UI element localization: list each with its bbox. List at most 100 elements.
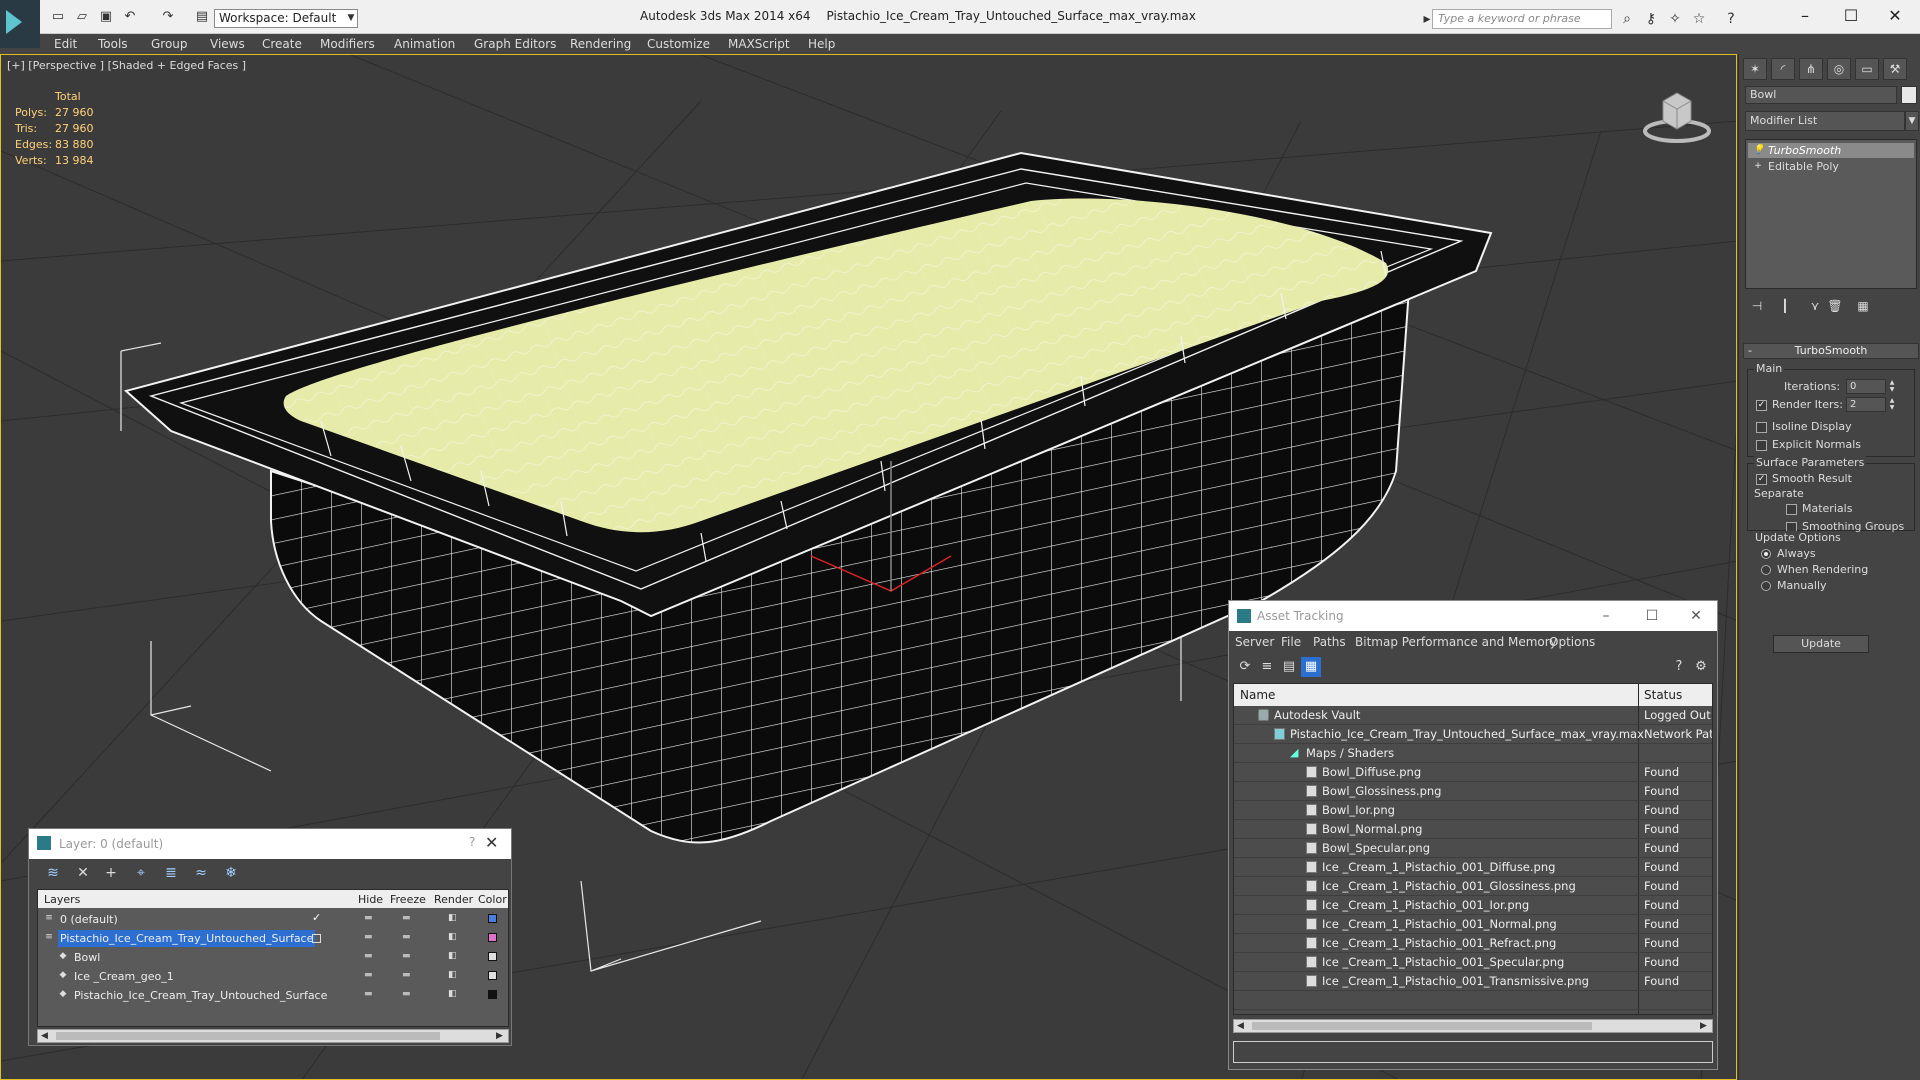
always-radio[interactable] [1761, 549, 1771, 559]
menu-views[interactable]: Views [210, 37, 245, 51]
asset-row[interactable]: Ice _Cream_1_Pistachio_001_Specular.png F… [1234, 953, 1712, 972]
hide-toggle[interactable]: ▬ [364, 913, 373, 923]
settings-icon[interactable]: ⚙ [1691, 657, 1711, 677]
asset-window-title-bar[interactable]: Asset Tracking – ☐ ✕ [1229, 601, 1717, 631]
remove-modifier-icon[interactable]: 🗑 [1825, 296, 1845, 316]
save-file-icon[interactable]: ▣ [98, 9, 114, 25]
explicit-normals-checkbox[interactable] [1756, 440, 1767, 451]
render-toggle-icon[interactable]: ◧ [448, 989, 457, 999]
app-logo-icon[interactable] [0, 0, 40, 48]
asset-row[interactable]: Bowl_Specular.png Found [1234, 839, 1712, 858]
menu-maxscript[interactable]: MAXScript [728, 37, 790, 51]
show-end-result-icon[interactable]: ┃ [1775, 296, 1795, 316]
layer-color-swatch[interactable] [488, 952, 497, 961]
hide-toggle[interactable]: ▬ [364, 970, 373, 980]
menu-tools[interactable]: Tools [98, 37, 128, 51]
layer-color-swatch[interactable] [488, 971, 497, 980]
menu-group[interactable]: Group [151, 37, 188, 51]
asset-menu-file[interactable]: File [1281, 635, 1301, 649]
new-file-icon[interactable]: ▭ [50, 9, 66, 25]
asset-row[interactable]: Ice _Cream_1_Pistachio_001_Refract.png Fo… [1234, 934, 1712, 953]
binoculars-icon[interactable]: ⌕ [1618, 10, 1636, 28]
add-to-layer-icon[interactable]: + [101, 863, 121, 883]
lightbulb-icon[interactable]: 💡 [1753, 145, 1764, 155]
object-color-swatch[interactable] [1901, 86, 1917, 104]
asset-menu-bitmap[interactable]: Bitmap Performance and Memory [1355, 635, 1557, 649]
menu-customize[interactable]: Customize [647, 37, 710, 51]
menu-create[interactable]: Create [262, 37, 302, 51]
asset-menu-server[interactable]: Server [1235, 635, 1274, 649]
spinner-arrows-icon[interactable]: ▲ ▼ [1888, 379, 1896, 394]
create-layer-icon[interactable]: ≋ [43, 863, 63, 883]
pin-stack-icon[interactable]: ⊣ [1747, 296, 1767, 316]
asset-row[interactable]: Bowl_Diffuse.png Found [1234, 763, 1712, 782]
render-iters-spinner[interactable]: 2 [1846, 397, 1886, 412]
viewport-label[interactable]: [+] [Perspective ] [Shaded + Edged Faces… [7, 59, 246, 72]
hierarchy-tab-icon[interactable]: ⋔ [1799, 58, 1823, 80]
isoline-checkbox[interactable] [1756, 422, 1767, 433]
asset-row[interactable]: Autodesk Vault Logged Out ... [1234, 706, 1712, 725]
chevron-down-icon[interactable]: ▼ [1905, 111, 1919, 131]
layer-row[interactable]: ◆ Pistachio_Ice_Cream_Tray_Untouched_Surf… [38, 986, 508, 1005]
expand-plus-icon[interactable]: + [1753, 161, 1763, 171]
project-folder-icon[interactable]: ▤ [194, 9, 210, 25]
minimize-icon[interactable]: – [1591, 605, 1621, 627]
column-hide[interactable]: Hide [358, 893, 383, 906]
layer-window-title-bar[interactable]: Layer: 0 (default) ? ✕ [29, 829, 511, 859]
scroll-left-icon[interactable]: ◀ [41, 1030, 48, 1042]
freeze-toggle[interactable]: ▬ [402, 951, 411, 961]
undo-icon[interactable]: ↶ [122, 9, 138, 25]
tree-view-icon[interactable]: ▤ [1279, 657, 1299, 677]
hide-toggle[interactable]: ▬ [364, 989, 373, 999]
refresh-icon[interactable]: ⟳ [1235, 657, 1255, 677]
delete-layer-icon[interactable]: ✕ [73, 863, 93, 883]
layer-row[interactable]: ◆ Bowl ▬ ▬ ◧ [38, 948, 508, 967]
freeze-all-layers-icon[interactable]: ❄ [221, 863, 241, 883]
modify-tab-icon[interactable]: ◜ [1771, 58, 1795, 80]
table-view-icon[interactable]: ▦ [1301, 657, 1321, 677]
display-tab-icon[interactable]: ▭ [1855, 58, 1879, 80]
scrollbar-thumb[interactable] [1252, 1022, 1592, 1030]
asset-menu-paths[interactable]: Paths [1313, 635, 1346, 649]
freeze-toggle[interactable]: ▬ [402, 989, 411, 999]
open-file-icon[interactable]: ▱ [74, 9, 90, 25]
horizontal-scrollbar[interactable]: ◀ ▶ [37, 1029, 509, 1043]
object-name-field[interactable]: Bowl [1745, 86, 1897, 104]
rollout-header[interactable]: - TurboSmooth [1743, 343, 1919, 359]
maximize-icon[interactable]: ☐ [1836, 4, 1866, 28]
configure-sets-icon[interactable]: ▦ [1853, 296, 1873, 316]
layer-row[interactable]: ◆ Ice _Cream_geo_1 ▬ ▬ ◧ [38, 967, 508, 986]
search-input[interactable]: Type a keyword or phrase [1432, 9, 1612, 29]
manually-radio[interactable] [1761, 581, 1771, 591]
asset-row[interactable]: Bowl_Ior.png Found [1234, 801, 1712, 820]
scrollbar-thumb[interactable] [56, 1032, 440, 1040]
help-icon[interactable]: ? [469, 835, 475, 849]
freeze-toggle[interactable]: ▬ [402, 932, 411, 942]
close-icon[interactable]: ✕ [485, 833, 498, 852]
asset-path-field[interactable] [1233, 1041, 1713, 1063]
menu-graph-editors[interactable]: Graph Editors [474, 37, 556, 51]
asset-menu-options[interactable]: Options [1549, 635, 1595, 649]
layer-row[interactable]: ≡ Pistachio_Ice_Cream_Tray_Untouched_Surf… [38, 929, 508, 948]
asset-row[interactable]: Bowl_Glossiness.png Found [1234, 782, 1712, 801]
when-rendering-radio[interactable] [1761, 565, 1771, 575]
select-objects-icon[interactable]: ⌖ [131, 863, 151, 883]
menu-help[interactable]: Help [808, 37, 835, 51]
stack-item-editable-poly[interactable]: + Editable Poly [1748, 159, 1914, 174]
column-color[interactable]: Color [478, 893, 507, 906]
maximize-icon[interactable]: ☐ [1637, 605, 1667, 627]
menu-animation[interactable]: Animation [394, 37, 455, 51]
list-view-icon[interactable]: ≡ [1257, 657, 1277, 677]
scroll-right-icon[interactable]: ▶ [1700, 1020, 1707, 1032]
motion-tab-icon[interactable]: ◎ [1827, 58, 1851, 80]
column-layers[interactable]: Layers [44, 893, 80, 906]
asset-row[interactable]: ◢ Maps / Shaders [1234, 744, 1712, 763]
column-name[interactable]: Name [1240, 688, 1275, 702]
layer-color-swatch[interactable] [488, 914, 497, 923]
create-tab-icon[interactable]: ✶ [1743, 58, 1767, 80]
favorites-star-icon[interactable]: ☆ [1690, 10, 1708, 28]
render-toggle-icon[interactable]: ◧ [448, 932, 457, 942]
column-render[interactable]: Render [434, 893, 473, 906]
iterations-spinner[interactable]: 0 [1846, 379, 1886, 394]
minimize-icon[interactable]: – [1790, 4, 1820, 28]
